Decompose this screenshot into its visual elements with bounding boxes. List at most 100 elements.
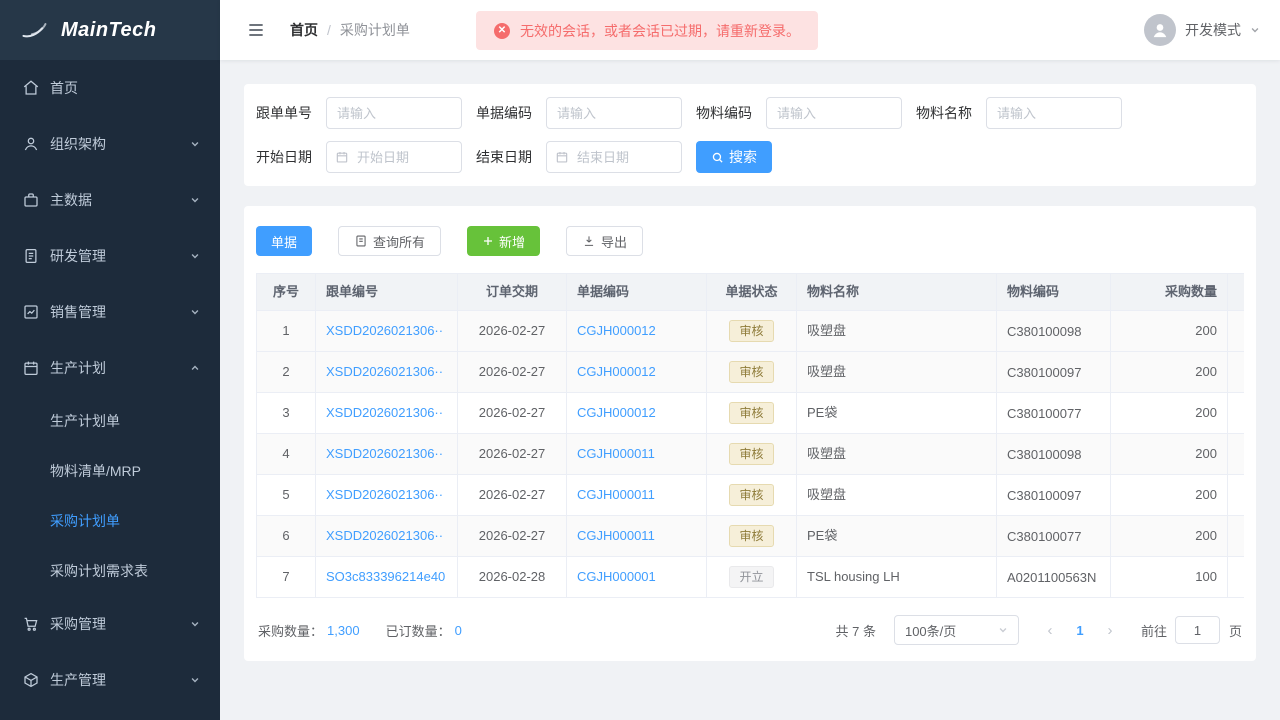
search-icon <box>711 151 724 164</box>
sidebar-item-label: 生产管理 <box>50 672 106 688</box>
cell-delivery-date: 2026-02-28 <box>457 556 567 598</box>
cell-material-name: TSL housing LH <box>796 556 997 598</box>
query-all-button[interactable]: 查询所有 <box>338 226 442 256</box>
doc-no-link[interactable]: CGJH000001 <box>566 556 707 598</box>
sidebar-subitem-production-plan-order[interactable]: 生产计划单 <box>0 396 220 446</box>
cell-purchase-qty: 200 <box>1110 474 1228 516</box>
cell-purchase-qty: 200 <box>1110 433 1228 475</box>
add-button[interactable]: 新增 <box>467 226 541 256</box>
brand-logo: MainTech <box>0 0 220 60</box>
sidebar-item-organization[interactable]: 组织架构 <box>0 116 220 172</box>
cell-delivery-date: 2026-02-27 <box>457 310 567 352</box>
menu-toggle-icon[interactable] <box>246 20 266 40</box>
header-spacer <box>1227 273 1244 311</box>
order-no-link[interactable]: XSDD2026021306·· <box>315 515 458 557</box>
brand-name: MainTech <box>61 18 157 41</box>
sidebar-item-purchasing[interactable]: 采购管理 <box>0 596 220 652</box>
page-unit-label: 页 <box>1228 623 1242 639</box>
sidebar-item-home[interactable]: 首页 <box>0 60 220 116</box>
doc-no-link[interactable]: CGJH000011 <box>566 515 707 557</box>
status-badge: 开立 <box>729 566 774 588</box>
cell-material-name: PE袋 <box>796 515 997 557</box>
alert-message: 无效的会话，或者会话已过期，请重新登录。 <box>520 22 800 39</box>
table-row: 5 XSDD2026021306·· 2026-02-27 CGJH000011 审核吸… <box>256 474 1244 516</box>
current-page[interactable]: 1 <box>1065 623 1095 638</box>
cell-spacer <box>1227 474 1244 516</box>
status-badge: 审核 <box>729 443 774 465</box>
cell-delivery-date: 2026-02-27 <box>457 433 567 475</box>
order-no-link[interactable]: XSDD2026021306·· <box>315 433 458 475</box>
add-button-label: 新增 <box>499 234 526 250</box>
filter-end-date: 结束日期 <box>476 141 682 173</box>
doc-no-link[interactable]: CGJH000011 <box>566 433 707 475</box>
sidebar-item-label: 采购管理 <box>50 616 106 632</box>
order-no-link[interactable]: XSDD2026021306·· <box>315 310 458 352</box>
avatar[interactable] <box>1144 14 1176 46</box>
cell-material-name: 吸塑盘 <box>796 474 997 516</box>
chevron-up-icon <box>190 363 200 373</box>
calendar-icon <box>22 359 40 377</box>
filter-panel: 跟单单号 单据编码 物料编码 物料名称 开始日期 <box>244 84 1256 186</box>
table-row: 3 XSDD2026021306·· 2026-02-27 CGJH000012 审核 P… <box>256 392 1244 434</box>
plus-icon <box>482 235 494 247</box>
table-row: 7 SO3c833396214e40 2026-02-28 CGJH000001 开立 T… <box>256 556 1244 598</box>
doc-no-link[interactable]: CGJH000012 <box>566 310 707 352</box>
order-no-link[interactable]: XSDD2026021306·· <box>315 474 458 516</box>
order-no-link[interactable]: XSDD2026021306·· <box>315 351 458 393</box>
document-button[interactable]: 单据 <box>256 226 313 256</box>
sidebar-item-label: 首页 <box>50 80 78 96</box>
doc-no-link[interactable]: CGJH000011 <box>566 474 707 516</box>
material-code-input[interactable] <box>766 97 902 129</box>
next-page-button[interactable]: › <box>1095 622 1125 639</box>
content: 跟单单号 单据编码 物料编码 物料名称 开始日期 <box>220 60 1280 720</box>
sidebar-item-label: 组织架构 <box>50 136 106 152</box>
breadcrumb: 首页 / 采购计划单 <box>290 20 410 40</box>
sidebar-item-rnd[interactable]: 研发管理 <box>0 228 220 284</box>
header-status: 单据状态 <box>706 273 797 311</box>
ordered-qty-summary-label: 已订数量： <box>385 623 451 639</box>
sidebar-item-manufacturing[interactable]: 生产管理 <box>0 652 220 708</box>
order-no-input[interactable] <box>326 97 462 129</box>
session-expired-alert: ✕ 无效的会话，或者会话已过期，请重新登录。 <box>476 11 818 50</box>
goto-page-input[interactable] <box>1174 616 1220 644</box>
filter-start-date: 开始日期 <box>256 141 462 173</box>
sidebar-subitem-bom-mrp[interactable]: 物料清单/MRP <box>0 446 220 496</box>
search-button[interactable]: 搜索 <box>696 141 772 173</box>
chevron-down-icon <box>190 251 200 261</box>
document-icon <box>22 247 40 265</box>
cell-material-code: C380100097 <box>996 474 1111 516</box>
sidebar-subitem-purchase-plan-order[interactable]: 采购计划单 <box>0 496 220 546</box>
material-name-input[interactable] <box>986 97 1122 129</box>
prev-page-button[interactable]: ‹ <box>1035 622 1065 639</box>
header-purchase-qty: 采购数量 <box>1110 273 1228 311</box>
doc-no-link[interactable]: CGJH000012 <box>566 351 707 393</box>
table-row: 4 XSDD2026021306·· 2026-02-27 CGJH000011 审核吸… <box>256 433 1244 475</box>
export-button[interactable]: 导出 <box>566 226 644 256</box>
order-no-link[interactable]: XSDD2026021306·· <box>315 392 458 434</box>
cell-seq: 5 <box>256 474 316 516</box>
cell-material-code: C380100077 <box>996 515 1111 557</box>
cell-purchase-qty: 200 <box>1110 392 1228 434</box>
goto-label: 前往 <box>1140 623 1167 639</box>
filter-label: 结束日期 <box>476 149 532 165</box>
cell-spacer <box>1227 556 1244 598</box>
breadcrumb-home[interactable]: 首页 <box>290 20 318 40</box>
status-badge: 审核 <box>729 320 774 342</box>
cell-spacer <box>1227 433 1244 475</box>
sidebar-item-master-data[interactable]: 主数据 <box>0 172 220 228</box>
table-scroll-area[interactable]: 序号 跟单编号 订单交期 单据编码 单据状态 物料名称 物料编码 采购数量 1X… <box>256 273 1244 598</box>
cell-delivery-date: 2026-02-27 <box>457 351 567 393</box>
cart-icon <box>22 615 40 633</box>
sidebar-item-production-plan[interactable]: 生产计划 <box>0 340 220 396</box>
brand-logo-icon <box>22 23 47 38</box>
cell-material-name: 吸塑盘 <box>796 310 997 352</box>
page-size-select[interactable]: 100条/页 <box>893 615 1019 645</box>
user-menu[interactable]: 开发模式 <box>1144 14 1260 46</box>
sidebar-item-sales[interactable]: 销售管理 <box>0 284 220 340</box>
doc-no-link[interactable]: CGJH000012 <box>566 392 707 434</box>
sidebar-subitem-purchase-plan-demand[interactable]: 采购计划需求表 <box>0 546 220 596</box>
download-icon <box>582 234 596 248</box>
doc-code-input[interactable] <box>546 97 682 129</box>
submenu-label: 采购计划单 <box>50 513 120 529</box>
order-no-link[interactable]: SO3c833396214e40 <box>315 556 458 598</box>
